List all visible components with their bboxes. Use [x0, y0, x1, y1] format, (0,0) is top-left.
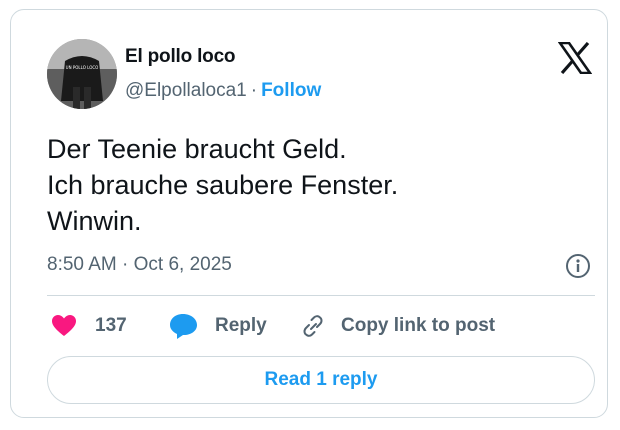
x-logo-icon[interactable]: [557, 41, 593, 75]
reply-button[interactable]: Reply: [169, 312, 267, 340]
divider: [47, 295, 595, 296]
tweet-text-line: Ich brauche saubere Fenster.: [47, 170, 399, 200]
author-handle[interactable]: @Elpollaloca1: [125, 80, 247, 101]
link-icon: [303, 315, 323, 337]
tweet-text-line: Winwin.: [47, 206, 142, 236]
tweet-time: 8:50 AM: [47, 254, 117, 275]
copy-link-button[interactable]: Copy link to post: [299, 312, 495, 340]
tweet-text-line: Der Teenie braucht Geld.: [47, 134, 347, 164]
tweet-text: Der Teenie braucht Geld. Ich brauche sau…: [47, 131, 398, 239]
avatar-image: UN POLLO LOCO: [47, 39, 117, 109]
handle-separator: ·: [250, 80, 258, 101]
author-name[interactable]: El pollo loco: [125, 46, 236, 68]
timestamp-separator: ·: [122, 254, 129, 275]
like-count: 137: [95, 315, 127, 336]
copy-link-label: Copy link to post: [341, 315, 496, 336]
follow-button[interactable]: Follow: [261, 80, 321, 101]
read-replies-label: Read 1 reply: [264, 369, 378, 390]
tweet-timestamp[interactable]: 8:50 AM · Oct 6, 2025: [47, 254, 232, 276]
reply-bubble-icon: [170, 314, 197, 339]
author-handle-row: @Elpollaloca1 · Follow: [125, 80, 321, 102]
reply-label: Reply: [215, 315, 267, 336]
like-button[interactable]: 137: [51, 312, 127, 340]
read-replies-button[interactable]: Read 1 reply: [47, 356, 595, 404]
heart-icon: [52, 315, 76, 336]
info-icon[interactable]: [565, 253, 591, 279]
avatar[interactable]: UN POLLO LOCO: [47, 39, 117, 109]
tweet-card: UN POLLO LOCO El pollo loco @Elpollaloca…: [10, 9, 608, 418]
avatar-shirt-text: UN POLLO LOCO: [66, 65, 99, 70]
tweet-date: Oct 6, 2025: [133, 254, 232, 275]
